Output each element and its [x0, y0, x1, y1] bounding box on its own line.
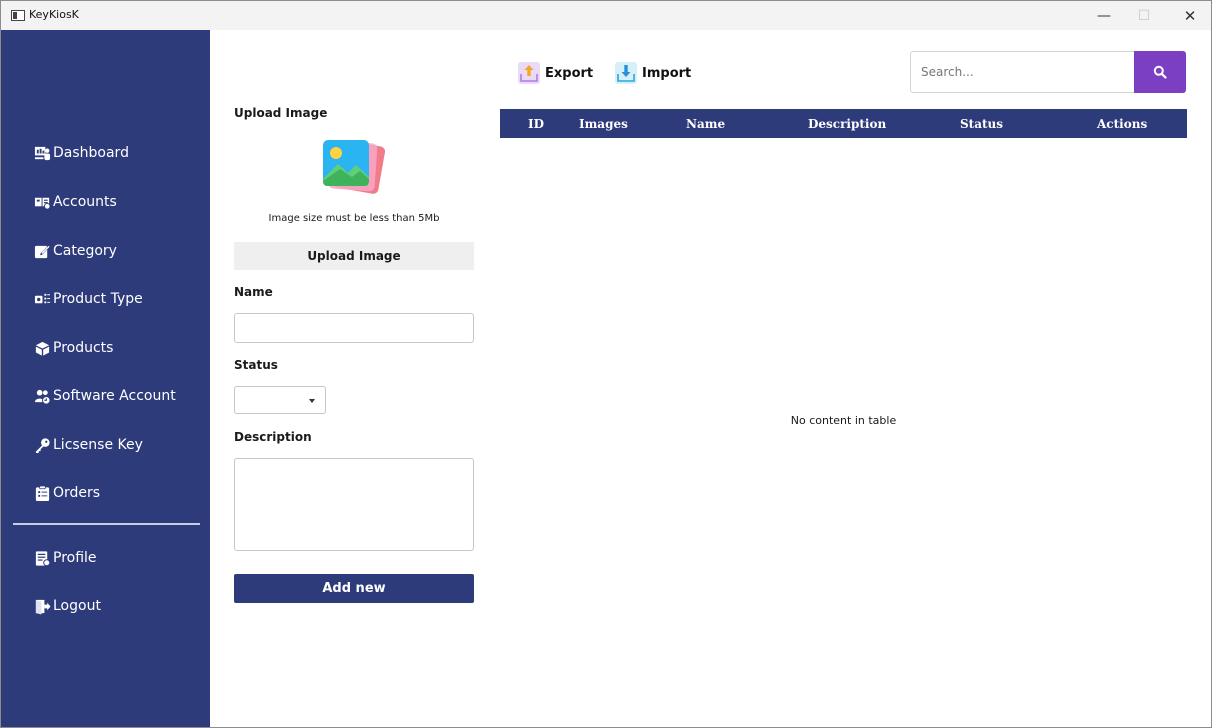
product-type-icon [33, 290, 51, 308]
export-button[interactable]: Export [517, 59, 593, 87]
sidebar-item-label: Licsense Key [53, 437, 143, 453]
column-header-id[interactable]: ID [528, 109, 544, 138]
clipboard-icon [33, 484, 51, 502]
description-label: Description [234, 430, 312, 444]
sidebar-item-product-type[interactable]: Product Type [33, 286, 143, 312]
export-icon [518, 62, 540, 84]
column-header-images[interactable]: Images [579, 109, 628, 138]
sidebar-item-products[interactable]: Products [33, 335, 113, 361]
maximize-button[interactable]: ☐ [1121, 1, 1167, 30]
sidebar-item-software-account[interactable]: Software Account [33, 383, 176, 409]
window-title: KeyKiosK [29, 8, 79, 21]
sidebar-divider [13, 523, 200, 525]
sidebar-item-license-key[interactable]: Licsense Key [33, 432, 143, 458]
column-header-description[interactable]: Description [808, 109, 886, 138]
column-header-actions[interactable]: Actions [1097, 109, 1147, 138]
upload-image-button[interactable]: Upload Image [234, 242, 474, 270]
add-new-button[interactable]: Add new [234, 574, 474, 603]
upload-image-title: Upload Image [234, 106, 328, 120]
chevron-down-icon [309, 399, 315, 403]
sidebar-item-category[interactable]: Category [33, 238, 117, 264]
import-button[interactable]: Import [614, 59, 691, 87]
sidebar-item-label: Product Type [53, 291, 143, 307]
accounts-icon [33, 193, 51, 211]
image-placeholder-icon[interactable] [320, 137, 390, 195]
logout-icon [33, 597, 51, 615]
status-label: Status [234, 358, 278, 372]
sidebar-item-label: Logout [53, 598, 101, 614]
name-input[interactable] [234, 313, 474, 343]
sidebar-item-profile[interactable]: Profile [33, 545, 97, 571]
export-label: Export [545, 65, 594, 81]
sidebar-item-label: Products [53, 340, 114, 356]
app-window: KeyKiosK — ☐ ✕ Dashboard Accounts Catego… [0, 0, 1212, 728]
name-label: Name [234, 285, 273, 299]
title-bar[interactable]: KeyKiosK — ☐ ✕ [1, 1, 1211, 30]
import-icon [615, 62, 637, 84]
upload-size-hint: Image size must be less than 5Mb [268, 213, 440, 224]
sidebar-item-accounts[interactable]: Accounts [33, 189, 117, 215]
sidebar-item-label: Orders [53, 485, 101, 501]
sidebar-item-label: Software Account [53, 388, 176, 404]
users-icon [33, 387, 51, 405]
sidebar-item-logout[interactable]: Logout [33, 593, 101, 619]
sidebar-item-label: Category [53, 243, 117, 259]
column-header-name[interactable]: Name [686, 109, 725, 138]
sidebar-item-label: Dashboard [53, 145, 129, 161]
import-label: Import [642, 65, 692, 81]
table-empty-message: No content in table [790, 414, 897, 427]
sidebar-item-dashboard[interactable]: Dashboard [33, 140, 129, 166]
status-dropdown[interactable] [234, 386, 326, 414]
sidebar-item-label: Accounts [53, 194, 117, 210]
edit-icon [33, 242, 51, 260]
key-icon [33, 436, 51, 454]
dashboard-icon [33, 144, 51, 162]
profile-icon [33, 549, 51, 567]
sidebar: Dashboard Accounts Category Product Type… [1, 30, 210, 727]
search-icon [1153, 65, 1167, 79]
table-header: ID Images Name Description Status Action… [500, 109, 1187, 138]
column-header-status[interactable]: Status [960, 109, 1003, 138]
description-textarea[interactable] [234, 458, 474, 551]
sidebar-item-label: Profile [53, 550, 97, 566]
sidebar-item-orders[interactable]: Orders [33, 480, 100, 506]
close-button[interactable]: ✕ [1167, 1, 1212, 30]
search-input[interactable] [910, 51, 1134, 93]
search-button[interactable] [1134, 51, 1186, 93]
box-icon [33, 339, 51, 357]
app-icon [11, 10, 25, 21]
